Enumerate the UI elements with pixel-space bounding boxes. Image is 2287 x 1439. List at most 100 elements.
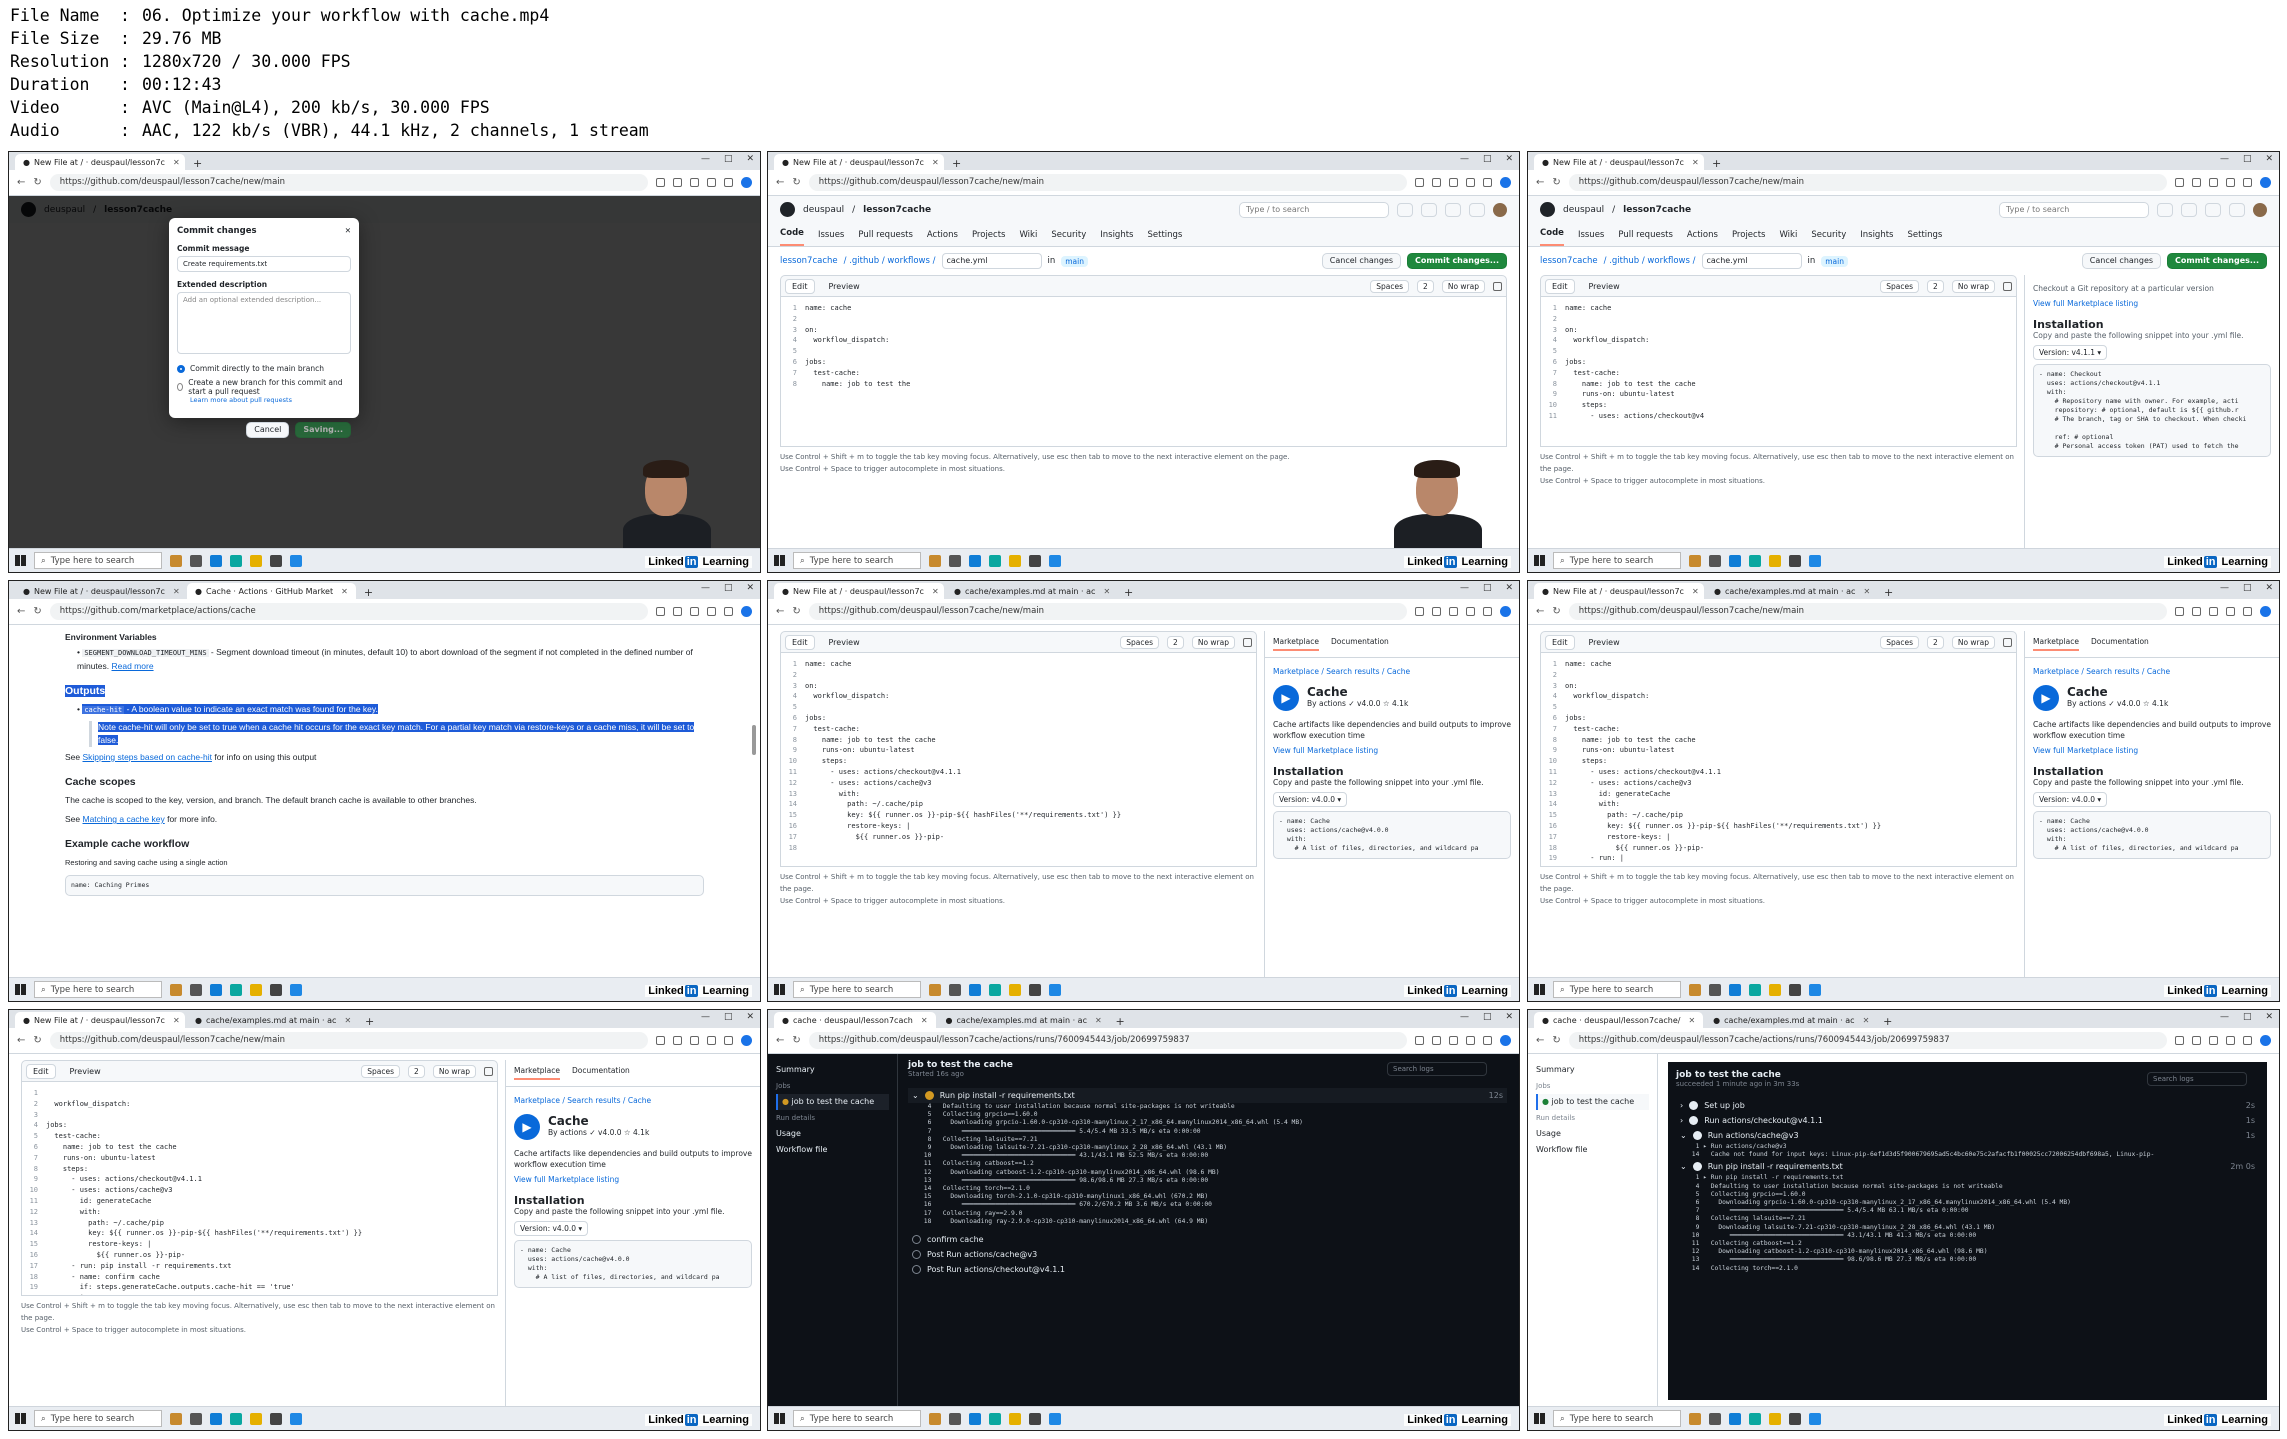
- commit-changes-button[interactable]: Commit changes...: [1407, 253, 1507, 269]
- issues-icon[interactable]: [2181, 202, 2197, 217]
- mail-icon[interactable]: [1809, 554, 1821, 567]
- close-icon[interactable]: ✕: [932, 587, 939, 596]
- windows-start-icon[interactable]: [15, 1413, 26, 1424]
- task-view-icon[interactable]: [949, 554, 961, 567]
- close-icon[interactable]: ✕: [1692, 158, 1699, 167]
- collections-icon[interactable]: [2226, 607, 2235, 616]
- github-search-input[interactable]: Type / to search: [1239, 201, 1389, 218]
- collections-icon[interactable]: [1466, 178, 1475, 187]
- wrap-mode-select[interactable]: No wrap: [432, 1064, 476, 1078]
- minimize-icon[interactable]: —: [701, 583, 710, 593]
- tab-preview[interactable]: Preview: [1583, 636, 1626, 649]
- tab-code[interactable]: Code: [1540, 228, 1564, 246]
- widget-icon[interactable]: [170, 1412, 182, 1425]
- store-icon[interactable]: [270, 983, 282, 996]
- indent-size-select[interactable]: 2: [1417, 279, 1434, 293]
- tab-security[interactable]: Security: [1051, 230, 1086, 246]
- refresh-icon[interactable]: ↻: [33, 177, 41, 188]
- taskbar-search[interactable]: ⌕ Type here to search: [793, 1410, 921, 1427]
- version-select[interactable]: Version: v4.0.0 ▾: [514, 1221, 589, 1236]
- task-view-icon[interactable]: [190, 983, 202, 996]
- indent-mode-select[interactable]: Spaces: [1880, 635, 1920, 649]
- downloads-icon[interactable]: [2243, 607, 2252, 616]
- tab-settings[interactable]: Settings: [1147, 230, 1182, 246]
- refresh-icon[interactable]: ↻: [33, 1035, 41, 1046]
- maximize-icon[interactable]: □: [724, 154, 733, 164]
- avatar[interactable]: [1493, 202, 1507, 217]
- fullscreen-icon[interactable]: [1493, 281, 1502, 291]
- url-input[interactable]: https://github.com/deuspaul/lesson7cache…: [1568, 174, 2167, 191]
- downloads-icon[interactable]: [724, 1036, 733, 1045]
- profile-icon[interactable]: [1500, 177, 1511, 188]
- back-icon[interactable]: ←: [1536, 1035, 1544, 1046]
- windows-start-icon[interactable]: [15, 984, 26, 995]
- tab-wiki[interactable]: Wiki: [1019, 230, 1037, 246]
- mail-icon[interactable]: [1049, 1412, 1061, 1425]
- saving-button[interactable]: Saving...: [295, 422, 351, 438]
- usage-link[interactable]: Usage: [1536, 1126, 1649, 1142]
- file-explorer-icon[interactable]: [1009, 554, 1021, 567]
- widget-icon[interactable]: [929, 1412, 941, 1425]
- indent-mode-select[interactable]: Spaces: [1370, 279, 1410, 293]
- widget-icon[interactable]: [1689, 983, 1701, 996]
- commit-message-input[interactable]: Create requirements.txt: [177, 256, 351, 272]
- marketplace-listing-link[interactable]: View full Marketplace listing: [2033, 745, 2271, 756]
- browser-tab[interactable]: ● New File at / · deuspaul/lesson7c ✕: [1534, 154, 1704, 170]
- tab-marketplace[interactable]: Marketplace: [1273, 637, 1319, 651]
- tab-edit[interactable]: Edit: [1545, 278, 1575, 294]
- pending-step[interactable]: Post Run actions/checkout@v4.1.1: [908, 1262, 1507, 1277]
- issues-icon[interactable]: [1421, 202, 1437, 217]
- tab-code[interactable]: Code: [780, 228, 804, 246]
- browser-tab[interactable]: ● cache/examples.md at main · ac ✕: [1705, 1012, 1875, 1028]
- tab-preview[interactable]: Preview: [64, 1065, 107, 1078]
- task-view-icon[interactable]: [190, 554, 202, 567]
- windows-start-icon[interactable]: [774, 984, 785, 995]
- close-icon[interactable]: ✕: [932, 158, 939, 167]
- job-step[interactable]: ⌄ Run actions/cache@v3 1s: [1676, 1128, 2259, 1143]
- collections-icon[interactable]: [707, 607, 716, 616]
- widget-icon[interactable]: [929, 554, 941, 567]
- store-icon[interactable]: [1029, 1412, 1041, 1425]
- collections-icon[interactable]: [707, 1036, 716, 1045]
- commit-changes-button[interactable]: Commit changes...: [2167, 253, 2267, 269]
- split-screen-icon[interactable]: [2209, 1036, 2218, 1045]
- close-window-icon[interactable]: ✕: [2265, 154, 2273, 164]
- edge-dev-icon[interactable]: [1749, 554, 1761, 567]
- maximize-icon[interactable]: □: [1483, 154, 1492, 164]
- minimize-icon[interactable]: —: [701, 154, 710, 164]
- maximize-icon[interactable]: □: [1483, 1012, 1492, 1022]
- path-folders[interactable]: / .github / workflows /: [1604, 256, 1696, 266]
- task-view-icon[interactable]: [1709, 554, 1721, 567]
- store-icon[interactable]: [1789, 983, 1801, 996]
- file-explorer-icon[interactable]: [1769, 983, 1781, 996]
- new-tab-icon[interactable]: +: [187, 157, 208, 170]
- split-screen-icon[interactable]: [690, 178, 699, 187]
- learn-more-link[interactable]: Learn more about pull requests: [177, 396, 351, 404]
- wrap-mode-select[interactable]: No wrap: [1191, 635, 1235, 649]
- favorites-icon[interactable]: [673, 1036, 682, 1045]
- tab-marketplace[interactable]: Marketplace: [2033, 637, 2079, 651]
- maximize-icon[interactable]: □: [724, 1012, 733, 1022]
- favorites-icon[interactable]: [1432, 1036, 1441, 1045]
- tab-projects[interactable]: Projects: [1732, 230, 1766, 246]
- read-more-link[interactable]: Read more: [112, 661, 154, 671]
- task-view-icon[interactable]: [1709, 983, 1721, 996]
- repo-name[interactable]: lesson7cache: [863, 205, 931, 215]
- fullscreen-icon[interactable]: [2003, 281, 2012, 291]
- tab-insights[interactable]: Insights: [1860, 230, 1893, 246]
- downloads-icon[interactable]: [1483, 1036, 1492, 1045]
- close-window-icon[interactable]: ✕: [746, 583, 754, 593]
- extensions-icon[interactable]: [2175, 1036, 2184, 1045]
- fullscreen-icon[interactable]: [2003, 637, 2012, 647]
- back-icon[interactable]: ←: [1536, 177, 1544, 188]
- browser-tab[interactable]: ● New File at / · deuspaul/lesson7c ✕: [15, 583, 185, 599]
- split-screen-icon[interactable]: [1449, 178, 1458, 187]
- version-select[interactable]: Version: v4.0.0 ▾: [1273, 792, 1348, 807]
- favorites-icon[interactable]: [1432, 607, 1441, 616]
- store-icon[interactable]: [1029, 554, 1041, 567]
- radio-commit-main[interactable]: [177, 364, 185, 373]
- wrap-mode-select[interactable]: No wrap: [1951, 635, 1995, 649]
- cancel-changes-button[interactable]: Cancel changes: [1321, 253, 1402, 269]
- task-view-icon[interactable]: [1709, 1412, 1721, 1425]
- favorites-icon[interactable]: [1432, 178, 1441, 187]
